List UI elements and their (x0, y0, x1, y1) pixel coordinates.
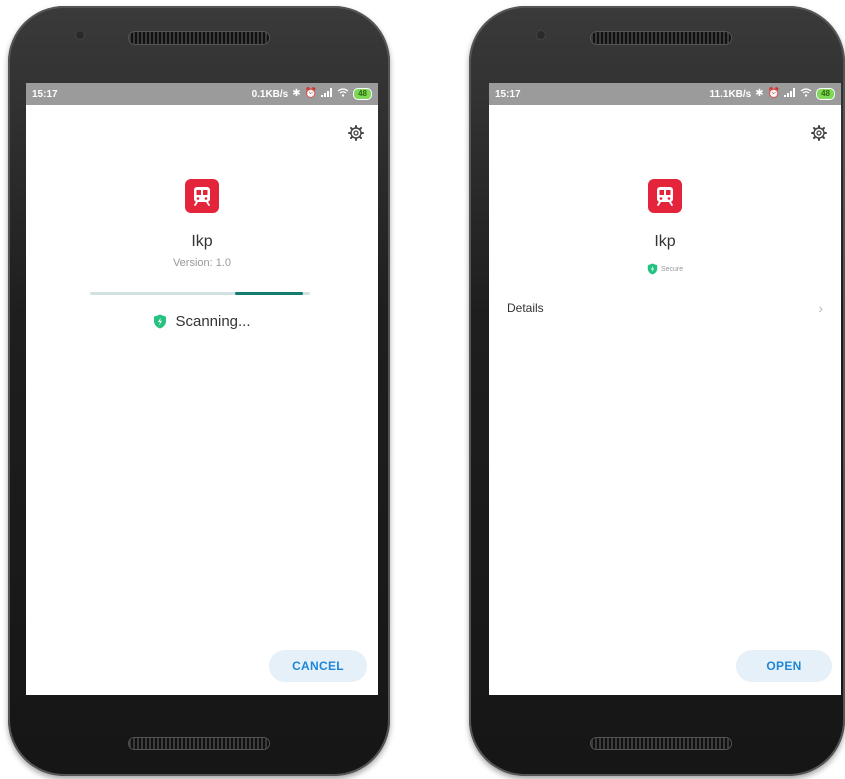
battery-icon: 48 (816, 88, 835, 100)
status-right: 11.1KB/s ✱ ⏰ 48 (710, 88, 835, 100)
signal-icon (784, 88, 796, 100)
status-time: 15:17 (32, 88, 58, 100)
earpiece-speaker (129, 32, 269, 44)
scan-status: Scanning... (26, 313, 378, 330)
app-icon (185, 179, 219, 213)
phone-left: 15:17 0.1KB/s ✱ ⏰ 48 Ikp Version: 1.0 Sc… (8, 6, 390, 776)
status-bar: 15:17 0.1KB/s ✱ ⏰ 48 (26, 83, 378, 105)
cancel-button[interactable]: CANCEL (269, 650, 367, 682)
app-name: Ikp (191, 233, 213, 250)
app-version: Version: 1.0 (172, 257, 232, 269)
bottom-speaker (591, 738, 731, 749)
status-right: 0.1KB/s ✱ ⏰ 48 (252, 88, 372, 100)
alarm-icon: ⏰ (304, 88, 318, 99)
bottom-speaker (129, 738, 269, 749)
status-bar: 15:17 11.1KB/s ✱ ⏰ 48 (489, 83, 841, 105)
bluetooth-icon: ✱ (292, 88, 301, 99)
wifi-icon (800, 88, 812, 100)
scan-status-text: Scanning... (175, 313, 251, 330)
details-row[interactable]: Details › (489, 293, 841, 323)
screen-result: 15:17 11.1KB/s ✱ ⏰ 48 Ikp Secure Details… (489, 83, 841, 695)
shield-icon (647, 263, 658, 275)
front-camera (537, 31, 545, 39)
train-icon (194, 187, 210, 206)
app-name: Ikp (654, 233, 676, 250)
train-icon (657, 187, 673, 206)
stage: 15:17 0.1KB/s ✱ ⏰ 48 Ikp Version: 1.0 Sc… (0, 0, 845, 779)
earpiece-speaker (591, 32, 731, 44)
front-camera (76, 31, 84, 39)
network-speed: 0.1KB/s (251, 88, 289, 100)
signal-icon (321, 88, 333, 100)
secure-status: Secure (489, 263, 841, 275)
app-icon (648, 179, 682, 213)
alarm-icon: ⏰ (767, 88, 781, 99)
scan-progress-bar (90, 292, 310, 295)
scan-progress-fill (235, 292, 304, 295)
shield-icon (154, 314, 167, 329)
battery-icon: 48 (353, 88, 372, 100)
wifi-icon (337, 88, 349, 100)
status-time: 15:17 (495, 88, 521, 100)
details-label: Details (507, 301, 544, 315)
secure-label: Secure (660, 265, 684, 273)
chevron-right-icon: › (818, 300, 823, 316)
screen-scanning: 15:17 0.1KB/s ✱ ⏰ 48 Ikp Version: 1.0 Sc… (26, 83, 378, 695)
gear-icon[interactable] (348, 125, 364, 141)
gear-icon[interactable] (811, 125, 827, 141)
open-button[interactable]: OPEN (736, 650, 832, 682)
bluetooth-icon: ✱ (755, 88, 764, 99)
network-speed: 11.1KB/s (709, 88, 752, 100)
phone-right: 15:17 11.1KB/s ✱ ⏰ 48 Ikp Secure Details… (469, 6, 845, 776)
